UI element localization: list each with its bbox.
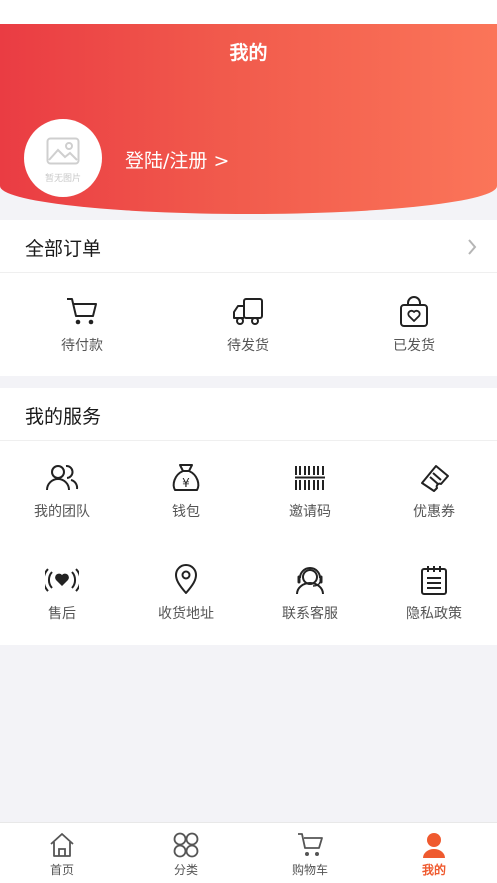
services-panel: 我的服务 我的团队 ¥ 钱包 邀请码 优惠券 售后 收货地址 联系客服 隐私政策: [0, 388, 497, 645]
status-bar: [0, 0, 497, 24]
after-sales-icon: [45, 568, 79, 592]
order-item-label: 待发货: [227, 338, 269, 354]
orders-panel: 全部订单 待付款 待发货 已发货: [0, 220, 497, 376]
service-label: 邀请码: [289, 504, 331, 520]
service-label: 钱包: [172, 504, 200, 520]
service-coupons[interactable]: 优惠券: [384, 462, 484, 521]
bottom-tab-bar: 首页 分类 购物车 我的: [0, 822, 497, 883]
tab-label: 首页: [49, 863, 74, 877]
cart-icon: [298, 833, 323, 856]
service-invite-code[interactable]: 邀请码: [260, 462, 360, 521]
service-after-sales[interactable]: 售后: [12, 564, 112, 623]
service-wallet[interactable]: ¥ 钱包: [136, 462, 236, 521]
service-shipping-address[interactable]: 收货地址: [136, 564, 236, 623]
service-label: 收货地址: [158, 606, 214, 622]
service-label: 隐私政策: [406, 606, 462, 622]
order-shipped[interactable]: 已发货: [364, 296, 464, 355]
page-title: 我的: [229, 42, 268, 64]
image-placeholder-icon: [46, 137, 80, 165]
profile-header: 我的 暂无图片 登陆/注册 >: [0, 24, 497, 214]
service-my-team[interactable]: 我的团队: [12, 462, 112, 521]
shopping-bag-icon: [400, 296, 428, 327]
services-title: 我的服务: [25, 406, 102, 428]
services-header: 我的服务: [0, 388, 497, 441]
order-pending-shipment[interactable]: 待发货: [198, 296, 298, 355]
tab-label: 购物车: [291, 863, 328, 877]
team-icon: [46, 465, 79, 491]
tab-home[interactable]: 首页: [0, 831, 124, 878]
service-label: 售后: [48, 606, 76, 622]
avatar-caption: 暂无图片: [44, 174, 81, 184]
money-bag-icon: ¥: [172, 464, 200, 491]
service-label: 我的团队: [34, 504, 90, 520]
service-label: 优惠券: [413, 504, 455, 520]
tab-label: 分类: [173, 863, 198, 877]
service-contact-support[interactable]: 联系客服: [260, 564, 360, 623]
tab-label: 我的: [421, 863, 446, 877]
customer-service-icon: [296, 567, 324, 595]
orders-header[interactable]: 全部订单: [0, 220, 497, 273]
truck-icon: [233, 298, 263, 325]
cart-icon: [67, 298, 97, 325]
tab-cart[interactable]: 购物车: [248, 831, 372, 878]
user-icon: [423, 833, 445, 858]
tab-category[interactable]: 分类: [124, 831, 248, 878]
barcode-icon: [295, 466, 325, 490]
tab-mine[interactable]: 我的: [372, 831, 496, 878]
coupon-icon: [421, 465, 449, 492]
order-item-label: 已发货: [393, 338, 435, 354]
svg-text:¥: ¥: [182, 476, 190, 490]
chevron-right-icon: [468, 239, 477, 255]
order-item-label: 待付款: [61, 338, 103, 354]
notepad-icon: [421, 566, 447, 595]
service-privacy-policy[interactable]: 隐私政策: [384, 564, 484, 623]
orders-title: 全部订单: [25, 238, 102, 260]
location-pin-icon: [175, 564, 197, 594]
home-icon: [50, 833, 74, 857]
order-pending-payment[interactable]: 待付款: [32, 296, 132, 355]
login-register-link[interactable]: 登陆/注册 >: [125, 146, 229, 173]
service-label: 联系客服: [282, 606, 338, 622]
avatar[interactable]: 暂无图片: [24, 119, 102, 197]
category-icon: [173, 832, 199, 858]
